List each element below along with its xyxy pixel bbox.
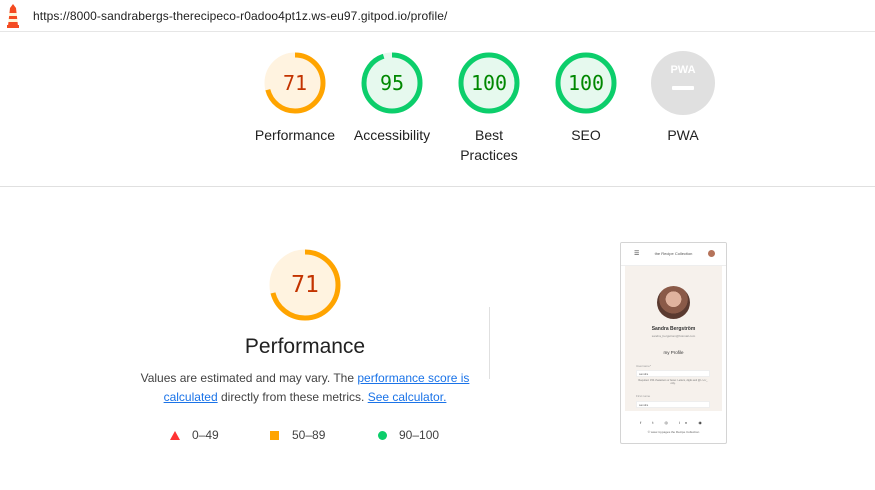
circle-icon — [378, 431, 387, 441]
screenshot-help-text: Required. 150 characters or fewer. Lette… — [638, 379, 708, 385]
final-screenshot[interactable]: ☰ the Recipe Collection Sandra Bergström… — [620, 242, 727, 444]
lighthouse-icon — [7, 4, 19, 28]
gauge-label: Performance — [254, 127, 336, 143]
screenshot-username-label: Username* — [636, 364, 652, 368]
avatar — [708, 250, 715, 257]
screenshot-navbar: ☰ the Recipe Collection — [621, 243, 726, 266]
triangle-icon — [170, 431, 180, 441]
square-icon — [270, 431, 279, 441]
desc-text: Values are estimated and may vary. The — [140, 371, 358, 385]
performance-description: Values are estimated and may vary. The p… — [140, 369, 470, 407]
gauge-pwa[interactable]: PWA PWA — [633, 51, 733, 145]
legend-label: 0–49 — [192, 428, 219, 442]
gauge-label: PWA — [667, 127, 699, 143]
gauge-performance[interactable]: 71 Performance — [245, 51, 345, 145]
legend-label: 50–89 — [292, 428, 326, 442]
pwa-text: PWA — [670, 64, 695, 76]
page-url[interactable]: https://8000-sandrabergs-therecipeco-r0a… — [33, 9, 447, 23]
screenshot-username-field: sandra — [636, 370, 710, 377]
section-divider — [0, 186, 875, 187]
gauge-best-practices[interactable]: 100 Best Practices — [439, 51, 539, 165]
screenshot-firstname-field: sandra — [636, 401, 710, 408]
gauge-label: Best Practices — [460, 127, 518, 163]
screenshot-social-icons: f t ◎ in ◉ — [640, 420, 707, 425]
screenshot-footer: © www.mypages.the Recipe Collection — [647, 430, 700, 434]
desc-text: directly from these metrics. — [217, 390, 368, 404]
screenshot-firstname-label: First name — [636, 394, 651, 398]
vertical-divider — [489, 307, 490, 379]
legend-fail: 0–49 — [170, 427, 219, 443]
gauge-seo[interactable]: 100 SEO — [536, 51, 636, 145]
legend-label: 90–100 — [399, 428, 440, 442]
gauge-accessibility[interactable]: 95 Accessibility — [342, 51, 442, 145]
address-bar: https://8000-sandrabergs-therecipeco-r0a… — [0, 0, 875, 32]
performance-score: 71 — [291, 272, 319, 298]
screenshot-heading: my Profile — [663, 350, 684, 355]
gauge-score: 95 — [379, 71, 405, 95]
legend-pass: 90–100 — [378, 427, 439, 443]
gauge-label: Accessibility — [353, 127, 431, 143]
calculator-link[interactable]: See calculator. — [368, 390, 447, 404]
gauge-score: 71 — [282, 71, 308, 95]
performance-title: Performance — [244, 335, 366, 358]
profile-photo — [657, 286, 690, 319]
gauge-label: SEO — [571, 127, 601, 143]
pwa-badge-icon: PWA — [651, 51, 715, 115]
gauge-score: 100 — [470, 71, 508, 95]
legend-average: 50–89 — [270, 427, 325, 443]
gauge-score: 100 — [567, 71, 605, 95]
performance-gauge-large: 71 — [205, 248, 405, 322]
screenshot-name: Sandra Bergström — [651, 326, 696, 332]
screenshot-email: sandra_bergstrom@hotmail.com — [651, 334, 696, 338]
